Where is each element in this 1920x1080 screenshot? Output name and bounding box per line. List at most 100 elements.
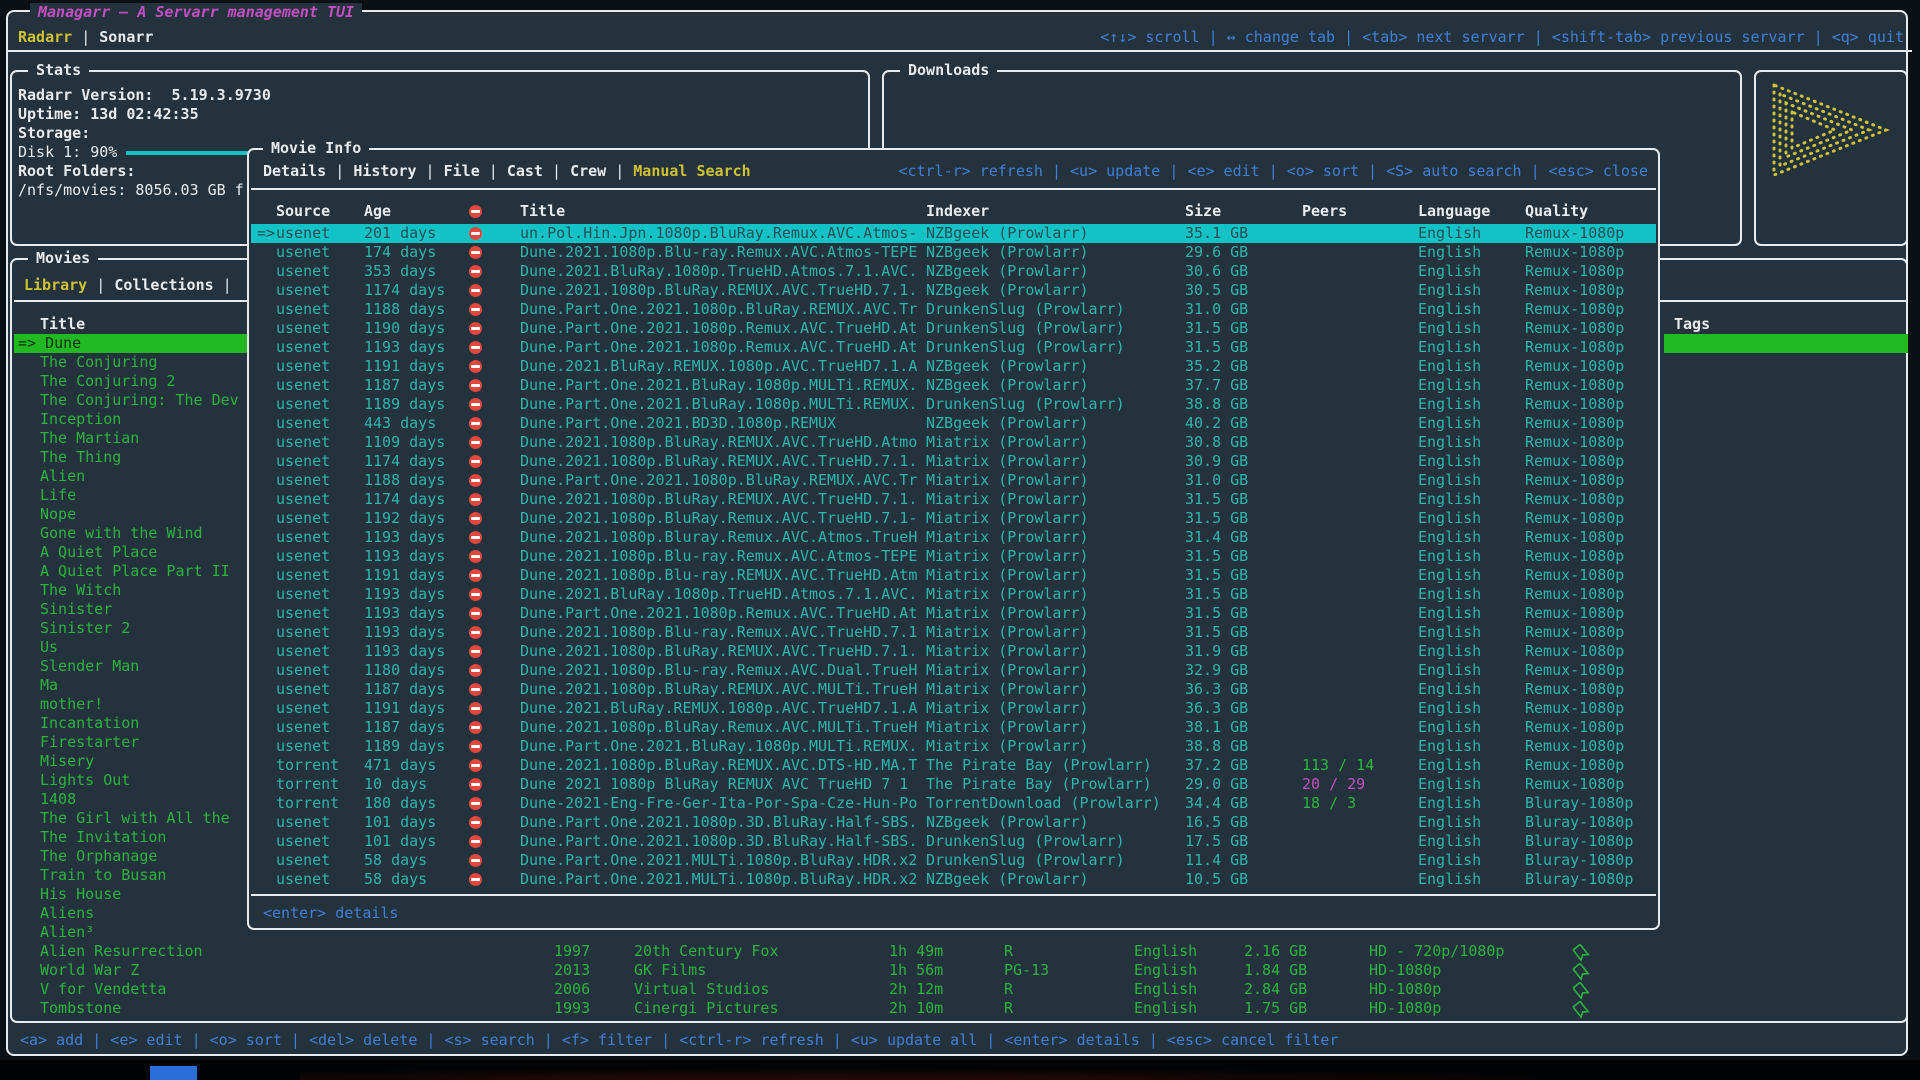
header-language[interactable]: Language	[1418, 202, 1490, 221]
movie-list-item[interactable]: mother!	[14, 695, 249, 714]
search-result-row[interactable]: torrent180 daysDune-2021-Eng-Fre-Ger-Ita…	[251, 794, 1656, 813]
header-quality[interactable]: Quality	[1525, 202, 1588, 221]
movie-info-tab-cast[interactable]: Cast	[507, 162, 543, 180]
search-result-row[interactable]: usenet1187 daysDune.2021.1080p.BluRay.Re…	[251, 718, 1656, 737]
search-result-row[interactable]: usenet1193 daysDune.2021.1080p.Bluray.Re…	[251, 528, 1656, 547]
movie-list-item[interactable]: Alien³	[14, 923, 249, 942]
search-result-row[interactable]: usenet1180 daysDune.2021.1080p.Blu-ray.R…	[251, 661, 1656, 680]
search-result-row[interactable]: usenet1190 daysDune.Part.One.2021.1080p.…	[251, 319, 1656, 338]
search-result-row[interactable]: usenet1174 daysDune.2021.1080p.BluRay.RE…	[251, 452, 1656, 471]
search-result-row[interactable]: usenet1192 daysDune.2021.1080p.BluRay.Re…	[251, 509, 1656, 528]
taskbar-item[interactable]	[150, 1066, 197, 1080]
movie-list-item[interactable]: Us	[14, 638, 249, 657]
movie-list-item[interactable]: A Quiet Place Part II	[14, 562, 249, 581]
search-result-row[interactable]: usenet1191 daysDune.2021.1080p.Blu-ray.R…	[251, 566, 1656, 585]
search-result-row[interactable]: usenet1174 daysDune.2021.1080p.BluRay.RE…	[251, 490, 1656, 509]
search-result-row[interactable]: usenet1188 daysDune.Part.One.2021.1080p.…	[251, 471, 1656, 490]
movie-list-item[interactable]: His House	[14, 885, 249, 904]
search-result-row[interactable]: usenet1189 daysDune.Part.One.2021.BluRay…	[251, 395, 1656, 414]
cell-language: English	[1418, 376, 1481, 395]
search-result-row[interactable]: usenet1174 daysDune.2021.1080p.BluRay.RE…	[251, 281, 1656, 300]
movie-list-item[interactable]: Alien	[14, 467, 249, 486]
movie-list-item[interactable]: => Dune	[14, 334, 249, 353]
search-result-row[interactable]: torrent10 daysDune 2021 1080p BluRay REM…	[251, 775, 1656, 794]
search-result-row[interactable]: =>usenet201 daysun.Pol.Hin.Jpn.1080p.Blu…	[251, 224, 1656, 243]
movie-list-item[interactable]: The Girl with All the	[14, 809, 249, 828]
movie-list-item[interactable]: A Quiet Place	[14, 543, 249, 562]
movie-info-tab-manual-search[interactable]: Manual Search	[633, 162, 750, 180]
cell-title: Dune.2021.1080p.BluRay.Remux.AVC.MULTi.T…	[520, 718, 917, 737]
search-result-row[interactable]: usenet1193 daysDune.Part.One.2021.1080p.…	[251, 604, 1656, 623]
header-title[interactable]: Title	[520, 202, 565, 221]
movie-list-item[interactable]: Train to Busan	[14, 866, 249, 885]
search-result-row[interactable]: usenet174 daysDune.2021.1080p.Blu-ray.Re…	[251, 243, 1656, 262]
header-indexer[interactable]: Indexer	[926, 202, 989, 221]
search-result-row[interactable]: usenet1189 daysDune.Part.One.2021.BluRay…	[251, 737, 1656, 756]
cell-quality: Bluray-1080p	[1525, 832, 1633, 851]
cell-size: 1.75 GB	[1244, 999, 1307, 1018]
search-result-row[interactable]: usenet1109 daysDune.2021.1080p.BluRay.RE…	[251, 433, 1656, 452]
rejected-icon	[469, 360, 482, 373]
movie-list-item[interactable]: Nope	[14, 505, 249, 524]
search-result-row[interactable]: torrent471 daysDune.2021.1080p.BluRay.RE…	[251, 756, 1656, 775]
movie-list-item[interactable]: The Martian	[14, 429, 249, 448]
search-result-row[interactable]: usenet1188 daysDune.Part.One.2021.1080p.…	[251, 300, 1656, 319]
movie-list-item[interactable]: Lights Out	[14, 771, 249, 790]
search-result-row[interactable]: usenet58 daysDune.Part.One.2021.MULTi.10…	[251, 870, 1656, 889]
movie-list-item[interactable]: Inception	[14, 410, 249, 429]
movies-table-row[interactable]: 199720th Century Fox1h 49mREnglish2.16 G…	[14, 942, 1904, 961]
movie-list-item[interactable]: Incantation	[14, 714, 249, 733]
search-result-row[interactable]: usenet1191 daysDune.2021.BluRay.REMUX.10…	[251, 699, 1656, 718]
movie-list-item[interactable]: The Conjuring 2	[14, 372, 249, 391]
movie-list-item[interactable]: 1408	[14, 790, 249, 809]
search-result-row[interactable]: usenet1193 daysDune.2021.1080p.BluRay.RE…	[251, 642, 1656, 661]
header-source[interactable]: Source	[276, 202, 330, 221]
movies-table-row[interactable]: 2006Virtual Studios2h 12mREnglish2.84 GB…	[14, 980, 1904, 999]
movie-info-tab-history[interactable]: History	[353, 162, 416, 180]
search-result-row[interactable]: usenet101 daysDune.Part.One.2021.1080p.3…	[251, 813, 1656, 832]
movie-list-item[interactable]: Slender Man	[14, 657, 249, 676]
header-size[interactable]: Size	[1185, 202, 1221, 221]
movie-list-item[interactable]: The Witch	[14, 581, 249, 600]
cell-title: Dune.2021.1080p.BluRay.REMUX.AVC.TrueHD.…	[520, 452, 917, 471]
cell-source: usenet	[276, 566, 330, 585]
movie-list-item[interactable]: Sinister 2	[14, 619, 249, 638]
movie-info-tab-crew[interactable]: Crew	[570, 162, 606, 180]
header-peers[interactable]: Peers	[1302, 202, 1347, 221]
cell-language: English	[1418, 566, 1481, 585]
search-result-row[interactable]: usenet101 daysDune.Part.One.2021.1080p.3…	[251, 832, 1656, 851]
movie-list-item[interactable]: Ma	[14, 676, 249, 695]
search-result-row[interactable]: usenet443 daysDune.Part.One.2021.BD3D.10…	[251, 414, 1656, 433]
movie-list-item[interactable]: Sinister	[14, 600, 249, 619]
search-result-row[interactable]: usenet1191 daysDune.2021.BluRay.REMUX.10…	[251, 357, 1656, 376]
movie-list-item[interactable]: The Conjuring: The Dev	[14, 391, 249, 410]
cell-age: 1193 days	[364, 585, 445, 604]
movie-list-item[interactable]: The Thing	[14, 448, 249, 467]
search-result-row[interactable]: usenet1193 daysDune.2021.1080p.Blu-ray.R…	[251, 623, 1656, 642]
search-result-row[interactable]: usenet1187 daysDune.2021.1080p.BluRay.RE…	[251, 680, 1656, 699]
movies-table-row[interactable]: 2013GK Films1h 56mPG-13English1.84 GBHD-…	[14, 961, 1904, 980]
movie-info-tab-file[interactable]: File	[444, 162, 480, 180]
movie-list-item[interactable]: Gone with the Wind	[14, 524, 249, 543]
search-result-row[interactable]: usenet1193 daysDune.2021.BluRay.1080p.Tr…	[251, 585, 1656, 604]
movie-list-item[interactable]: Firestarter	[14, 733, 249, 752]
movies-table-row[interactable]: 1993Cinergi Pictures2h 10mREnglish1.75 G…	[14, 999, 1904, 1018]
movie-list-item[interactable]: Aliens	[14, 904, 249, 923]
servarr-tab-radarr[interactable]: Radarr	[18, 28, 72, 46]
search-result-row[interactable]: usenet353 daysDune.2021.BluRay.1080p.Tru…	[251, 262, 1656, 281]
movies-tab-collections[interactable]: Collections	[114, 276, 213, 294]
movie-list-item[interactable]: Life	[14, 486, 249, 505]
search-result-row[interactable]: usenet1193 daysDune.Part.One.2021.1080p.…	[251, 338, 1656, 357]
movie-list-item[interactable]: Misery	[14, 752, 249, 771]
servarr-tab-sonarr[interactable]: Sonarr	[99, 28, 153, 46]
selected-movie-row-right-strip[interactable]	[1664, 334, 1908, 353]
movie-list-item[interactable]: The Conjuring	[14, 353, 249, 372]
search-result-row[interactable]: usenet1187 daysDune.Part.One.2021.BluRay…	[251, 376, 1656, 395]
search-result-row[interactable]: usenet1193 daysDune.2021.1080p.Blu-ray.R…	[251, 547, 1656, 566]
header-age[interactable]: Age	[364, 202, 391, 221]
movie-list-item[interactable]: The Invitation	[14, 828, 249, 847]
movie-list-item[interactable]: The Orphanage	[14, 847, 249, 866]
search-result-row[interactable]: usenet58 daysDune.Part.One.2021.MULTi.10…	[251, 851, 1656, 870]
movies-tab-library[interactable]: Library	[24, 276, 87, 294]
movie-info-tab-details[interactable]: Details	[263, 162, 326, 180]
